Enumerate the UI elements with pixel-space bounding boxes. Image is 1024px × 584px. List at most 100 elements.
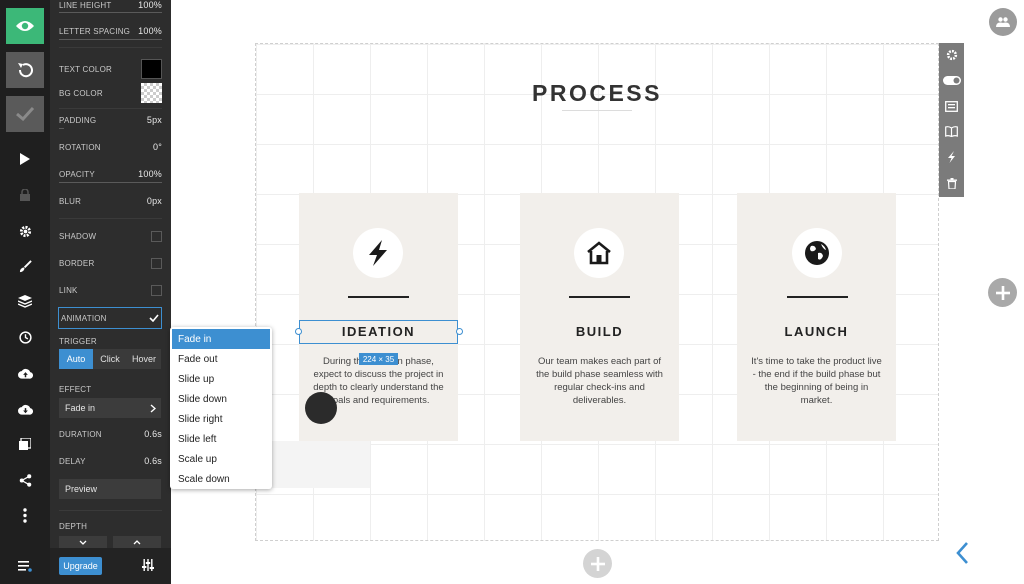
undo-button[interactable]	[6, 52, 44, 88]
trigger-auto-option[interactable]: Auto	[59, 349, 93, 369]
check-icon[interactable]	[149, 314, 159, 322]
trigger-label: TRIGGER	[59, 336, 97, 346]
opacity-label: OPACITY	[59, 169, 95, 179]
build-title[interactable]: BUILD	[520, 324, 679, 339]
download-button[interactable]	[0, 396, 50, 422]
gear-icon	[19, 225, 31, 237]
history-button[interactable]	[0, 324, 50, 350]
effect-option-slide-down[interactable]: Slide down	[170, 389, 272, 409]
share-button[interactable]	[0, 467, 50, 493]
section-toolstrip	[939, 43, 964, 197]
letter-spacing-value[interactable]: 100%	[138, 26, 162, 36]
link-row[interactable]: LINK	[59, 283, 162, 297]
rotation-value[interactable]: 0°	[153, 142, 162, 152]
shadow-row[interactable]: SHADOW	[59, 229, 162, 243]
delay-row[interactable]: DELAY 0.6s	[59, 454, 162, 468]
lock-button[interactable]	[0, 182, 50, 208]
launch-title[interactable]: LAUNCH	[737, 324, 896, 339]
add-section-button[interactable]	[583, 549, 612, 578]
link-checkbox[interactable]	[151, 284, 162, 296]
padding-row[interactable]: PADDING 5px	[59, 113, 162, 127]
line-height-value[interactable]: 100%	[138, 0, 162, 10]
chevron-up-icon	[133, 539, 141, 544]
collaborators-button[interactable]	[989, 8, 1017, 36]
layers-button[interactable]	[0, 288, 50, 314]
effect-select[interactable]: Fade in	[59, 398, 161, 418]
cloud-download-icon	[17, 404, 33, 415]
animation-label: ANIMATION	[61, 313, 107, 323]
launch-description[interactable]: It's time to take the product live - the…	[737, 355, 896, 407]
play-button[interactable]	[0, 146, 50, 172]
section-layout-button[interactable]	[939, 96, 964, 116]
check-icon	[16, 107, 34, 121]
effect-option-slide-up[interactable]: Slide up	[170, 369, 272, 389]
effect-option-scale-up[interactable]: Scale up	[170, 449, 272, 469]
add-block-right-button[interactable]	[988, 278, 1017, 307]
trigger-click-option[interactable]: Click	[93, 349, 127, 369]
section-animation-button[interactable]	[939, 147, 964, 167]
text-color-row[interactable]: TEXT COLOR	[59, 59, 162, 79]
effect-label: EFFECT	[59, 384, 92, 394]
depth-up-button[interactable]	[113, 536, 161, 548]
ideation-title[interactable]: IDEATION	[299, 324, 458, 339]
sliders-icon	[142, 559, 154, 571]
collapse-panel-button[interactable]	[950, 538, 974, 568]
trigger-hover-option[interactable]: Hover	[127, 349, 161, 369]
effect-option-scale-down[interactable]: Scale down	[170, 469, 272, 489]
clock-icon	[18, 330, 32, 344]
shadow-checkbox[interactable]	[151, 230, 162, 242]
brush-button[interactable]	[0, 253, 50, 279]
line-height-row[interactable]: LINE HEIGHT 100%	[59, 0, 162, 12]
preview-button[interactable]: Preview	[59, 479, 161, 499]
bg-color-swatch[interactable]	[141, 83, 162, 103]
more-vertical-icon	[23, 507, 27, 523]
pages-button[interactable]	[0, 431, 50, 457]
more-button[interactable]	[0, 502, 50, 528]
menu-button[interactable]	[0, 553, 50, 579]
ideation-icon-circle	[353, 228, 403, 278]
blur-value[interactable]: 0px	[147, 196, 162, 206]
settings-button[interactable]	[0, 218, 50, 244]
rotation-row[interactable]: ROTATION 0°	[59, 140, 162, 154]
shadow-label: SHADOW	[59, 231, 97, 241]
delay-value[interactable]: 0.6s	[144, 456, 162, 466]
duration-value[interactable]: 0.6s	[144, 429, 162, 439]
drag-cursor	[305, 392, 337, 424]
effect-option-fade-out[interactable]: Fade out	[170, 349, 272, 369]
lightning-icon	[948, 151, 955, 163]
save-check-button[interactable]	[6, 96, 44, 132]
effect-option-slide-left[interactable]: Slide left	[170, 429, 272, 449]
opacity-row[interactable]: OPACITY 100%	[59, 167, 162, 181]
effect-option-fade-in[interactable]: Fade in	[172, 329, 270, 349]
section-settings-button[interactable]	[939, 45, 964, 65]
layers-icon	[18, 294, 32, 308]
opacity-value[interactable]: 100%	[138, 169, 162, 179]
padding-value[interactable]: 5px	[147, 115, 162, 125]
section-visibility-toggle[interactable]	[939, 70, 964, 90]
animation-row[interactable]: ANIMATION	[58, 307, 162, 329]
text-color-swatch[interactable]	[141, 59, 162, 79]
upgrade-button[interactable]: Upgrade	[59, 557, 102, 575]
blur-row[interactable]: BLUR 0px	[59, 194, 162, 208]
border-checkbox[interactable]	[151, 257, 162, 269]
section-heading[interactable]: PROCESS	[497, 80, 697, 107]
depth-down-button[interactable]	[59, 536, 107, 548]
preview-eye-button[interactable]	[6, 8, 44, 44]
duration-label: DURATION	[59, 429, 102, 439]
adjust-settings-button[interactable]	[142, 559, 154, 573]
trash-icon	[946, 177, 957, 189]
share-icon	[19, 473, 31, 487]
blur-label: BLUR	[59, 196, 82, 206]
lock-icon	[20, 189, 30, 201]
section-library-button[interactable]	[939, 121, 964, 141]
plus-icon	[590, 556, 605, 571]
bg-color-row[interactable]: BG COLOR	[59, 83, 162, 103]
section-delete-button[interactable]	[939, 173, 964, 193]
border-row[interactable]: BORDER	[59, 256, 162, 270]
duration-row[interactable]: DURATION 0.6s	[59, 427, 162, 441]
toggle-icon	[942, 75, 961, 85]
build-description[interactable]: Our team makes each part of the build ph…	[520, 355, 679, 407]
effect-option-slide-right[interactable]: Slide right	[170, 409, 272, 429]
letter-spacing-row[interactable]: LETTER SPACING 100%	[59, 24, 162, 38]
upload-button[interactable]	[0, 360, 50, 386]
